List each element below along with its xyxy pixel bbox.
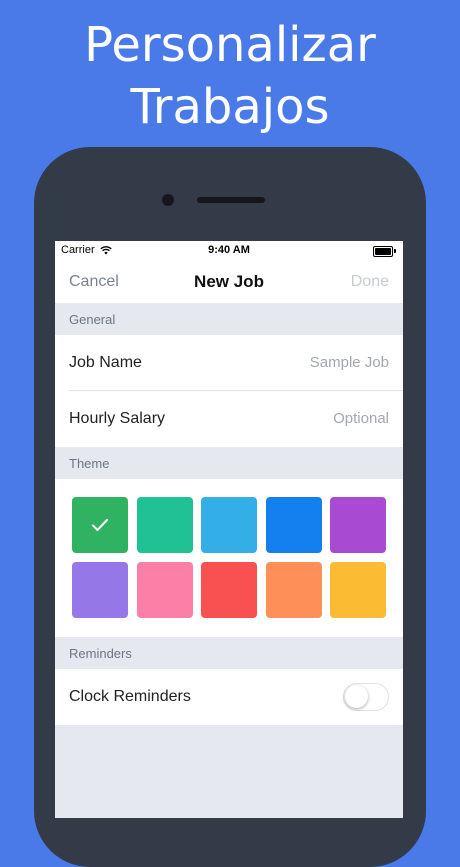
job-name-label: Job Name [69,354,142,371]
headline: Personalizar Trabajos [0,14,460,138]
status-bar: Carrier 9:40 AM [55,241,403,261]
theme-color-swatch[interactable] [136,497,193,553]
theme-color-swatch[interactable] [136,561,193,618]
checkmark-icon [72,497,128,553]
theme-color-swatch[interactable] [72,497,128,553]
job-name-row[interactable]: Job Name Sample Job [55,335,403,391]
theme-color-grid [55,479,403,637]
section-header-label: General [69,312,116,327]
section-header-label: Reminders [69,646,132,661]
clock-reminders-label: Clock Reminders [69,688,191,705]
section-header-reminders: Reminders [55,637,403,669]
clock-reminders-toggle[interactable] [343,683,389,711]
section-header-general: General [55,303,403,335]
status-time: 9:40 AM [208,244,250,256]
headline-line-1: Personalizar [84,17,376,73]
speaker-grille [197,197,265,203]
navigation-bar: Cancel New Job Done [55,261,403,303]
toggle-knob [345,685,368,708]
theme-color-swatch[interactable] [201,497,257,553]
theme-color-swatch[interactable] [265,497,322,553]
done-button[interactable]: Done [351,273,389,291]
hourly-salary-input[interactable]: Optional [333,410,389,427]
headline-line-2: Trabajos [130,79,330,135]
theme-color-swatch[interactable] [201,561,257,618]
phone-screen: Carrier 9:40 AM Cancel New Job Done Gene… [55,241,403,818]
clock-reminders-row: Clock Reminders [55,669,403,725]
job-name-input[interactable]: Sample Job [310,354,389,371]
hourly-salary-row[interactable]: Hourly Salary Optional [55,391,403,447]
hourly-salary-label: Hourly Salary [69,410,166,427]
battery-tip [394,249,396,253]
battery-icon [373,246,393,257]
theme-color-swatch[interactable] [265,561,322,618]
theme-color-swatch[interactable] [72,561,128,618]
cancel-button[interactable]: Cancel [69,273,119,291]
camera-icon [162,194,174,206]
section-header-label: Theme [69,456,110,471]
theme-color-swatch[interactable] [330,561,386,618]
theme-color-swatch[interactable] [330,497,386,553]
section-header-theme: Theme [55,447,403,479]
